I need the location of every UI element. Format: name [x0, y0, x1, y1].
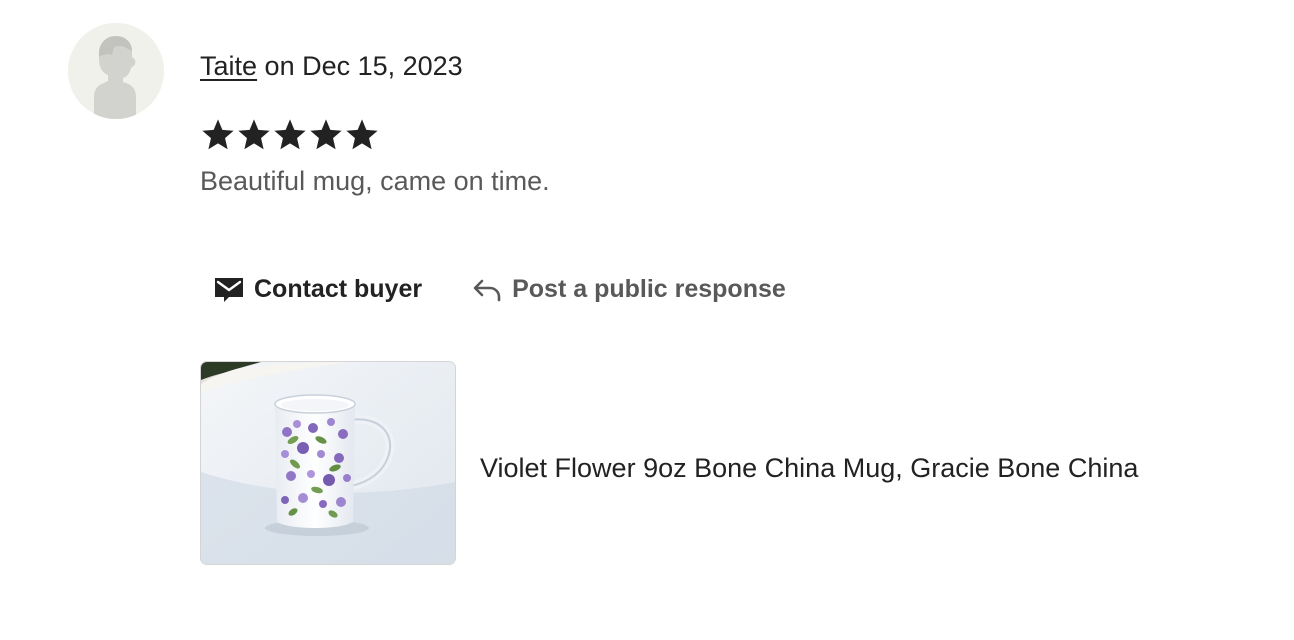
contact-buyer-label: Contact buyer: [254, 274, 423, 303]
review-date: on Dec 15, 2023: [257, 51, 463, 81]
star-icon: [346, 119, 378, 150]
floral-mug-photo: [201, 362, 455, 564]
contact-buyer-button[interactable]: Contact buyer: [200, 266, 436, 312]
star-icon: [274, 119, 306, 150]
listing-title-link[interactable]: Violet Flower 9oz Bone China Mug, Gracie…: [480, 451, 1138, 485]
star-rating: [200, 117, 380, 155]
reply-arrow-icon: [472, 275, 502, 303]
review-meta: Taite on Dec 15, 2023: [200, 49, 463, 83]
post-public-response-label: Post a public response: [512, 274, 786, 303]
post-public-response-button[interactable]: Post a public response: [458, 266, 800, 312]
review-text: Beautiful mug, came on time.: [200, 166, 550, 196]
review-card: Taite on Dec 15, 2023 Beautiful mug, cam…: [0, 0, 1294, 640]
reviewer-name-link[interactable]: Taite: [200, 51, 257, 81]
listing-image-link[interactable]: [200, 361, 456, 565]
reviewer-avatar: [68, 23, 164, 119]
review-actions: Contact buyer Post a public response: [200, 266, 800, 312]
envelope-icon: [214, 274, 244, 304]
star-icon: [202, 119, 234, 150]
user-silhouette-icon: [68, 23, 164, 119]
star-icon: [310, 119, 342, 150]
star-icon: [238, 119, 270, 150]
